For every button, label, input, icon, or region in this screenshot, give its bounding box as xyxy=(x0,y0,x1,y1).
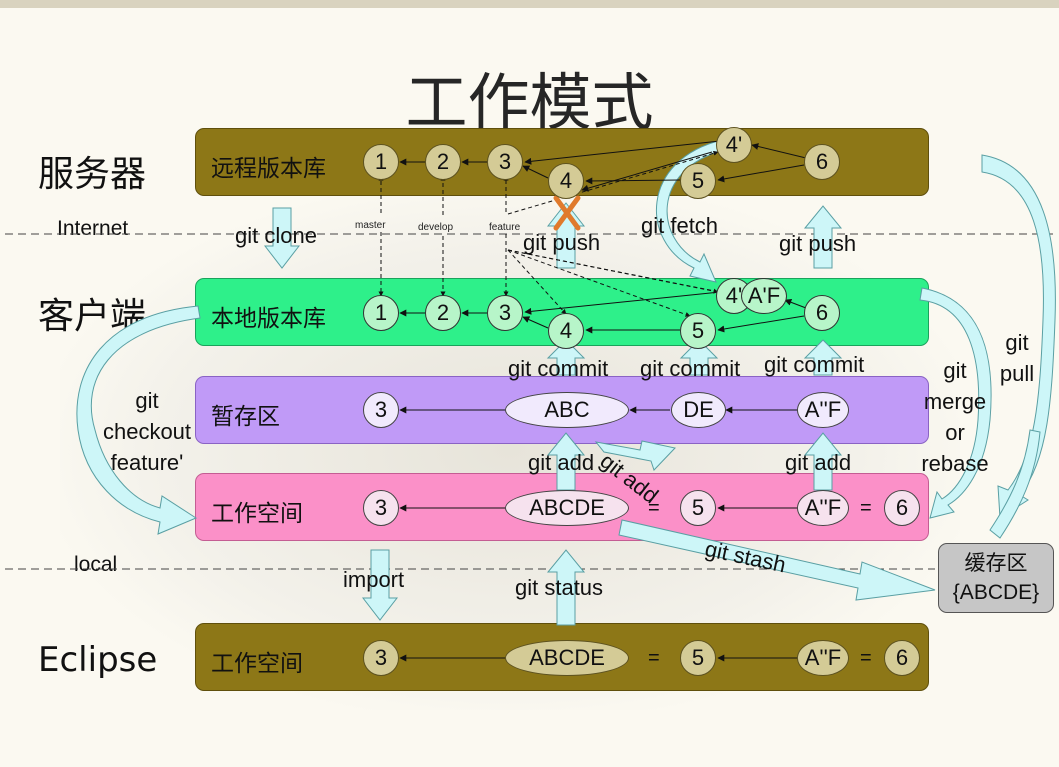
remote-commit-3: 3 xyxy=(487,144,523,180)
merge-line-2: merge xyxy=(923,389,987,414)
git-add-label-2: git add xyxy=(785,450,852,475)
eclipse-node-3: 3 xyxy=(363,640,399,676)
remote-commit-4-prime: 4' xyxy=(716,127,752,163)
workspace-node-6: 6 xyxy=(884,490,920,526)
pull-line-2: pull xyxy=(999,361,1035,386)
stash-title: 缓存区 xyxy=(964,552,1028,575)
git-pull-label: git pull xyxy=(993,327,1041,389)
local-commit-6: 6 xyxy=(804,295,840,331)
local-commit-5: 5 xyxy=(680,313,716,349)
git-clone-label: git clone xyxy=(235,223,317,248)
staging-node-abc: ABC xyxy=(505,392,629,428)
workspace-node-3: 3 xyxy=(363,490,399,526)
eclipse-node-6: 6 xyxy=(884,640,920,676)
branch-develop-label: develop xyxy=(418,222,454,233)
git-merge-label: git merge or rebase xyxy=(915,355,995,479)
git-commit-label-3: git commit xyxy=(764,352,865,377)
eclipse-equals-2: = xyxy=(860,647,872,669)
workspace-equals-2: = xyxy=(860,497,872,519)
local-commit-2: 2 xyxy=(425,295,461,331)
stash-to-pull-connector xyxy=(989,429,1041,539)
local-commit-4: 4 xyxy=(548,313,584,349)
branch-master-label: master xyxy=(355,220,386,231)
git-fetch-arrow xyxy=(655,139,725,283)
git-fetch-label: git fetch xyxy=(641,213,719,238)
remote-commit-1: 1 xyxy=(363,144,399,180)
checkout-line-2: checkout xyxy=(102,419,192,444)
branch-feature-label: feature xyxy=(489,222,521,233)
remote-commit-5: 5 xyxy=(680,163,716,199)
git-push-label-2: git push xyxy=(779,231,857,256)
git-status-label: git status xyxy=(515,575,604,600)
eclipse-equals-1: = xyxy=(648,647,660,669)
pull-line-1: git xyxy=(1005,330,1029,355)
git-commit-label-1: git commit xyxy=(508,356,609,381)
eclipse-node-5: 5 xyxy=(680,640,716,676)
staging-node-de: DE xyxy=(671,392,726,428)
workspace-node-a-f: A''F xyxy=(797,490,849,526)
local-commit-1: 1 xyxy=(363,295,399,331)
remote-commit-2: 2 xyxy=(425,144,461,180)
local-commit-3: 3 xyxy=(487,295,523,331)
workspace-node-abcde: ABCDE xyxy=(505,490,629,526)
workspace-node-5: 5 xyxy=(680,490,716,526)
merge-line-3: or xyxy=(945,420,965,445)
remote-commit-4: 4 xyxy=(548,163,584,199)
git-commit-label-2: git commit xyxy=(640,356,741,381)
stash-box: 缓存区 {ABCDE} xyxy=(938,543,1054,613)
merge-line-4: rebase xyxy=(921,451,989,476)
staging-node-a-f: A''F xyxy=(797,392,849,428)
git-checkout-label: git checkout feature' xyxy=(95,385,199,478)
merge-line-1: git xyxy=(943,358,967,383)
eclipse-node-a-f: A''F xyxy=(797,640,849,676)
stash-content: {ABCDE} xyxy=(952,581,1040,604)
remote-commit-6: 6 xyxy=(804,144,840,180)
eclipse-node-abcde: ABCDE xyxy=(505,640,629,676)
staging-node-3: 3 xyxy=(363,392,399,428)
checkout-line-1: git xyxy=(135,388,159,413)
git-add-label-1: git add xyxy=(528,450,595,475)
import-label: import xyxy=(343,567,405,592)
local-commit-a-prime-f: A'F xyxy=(741,278,787,314)
checkout-line-3: feature' xyxy=(110,450,184,475)
git-push-label-1: git push xyxy=(523,230,601,255)
